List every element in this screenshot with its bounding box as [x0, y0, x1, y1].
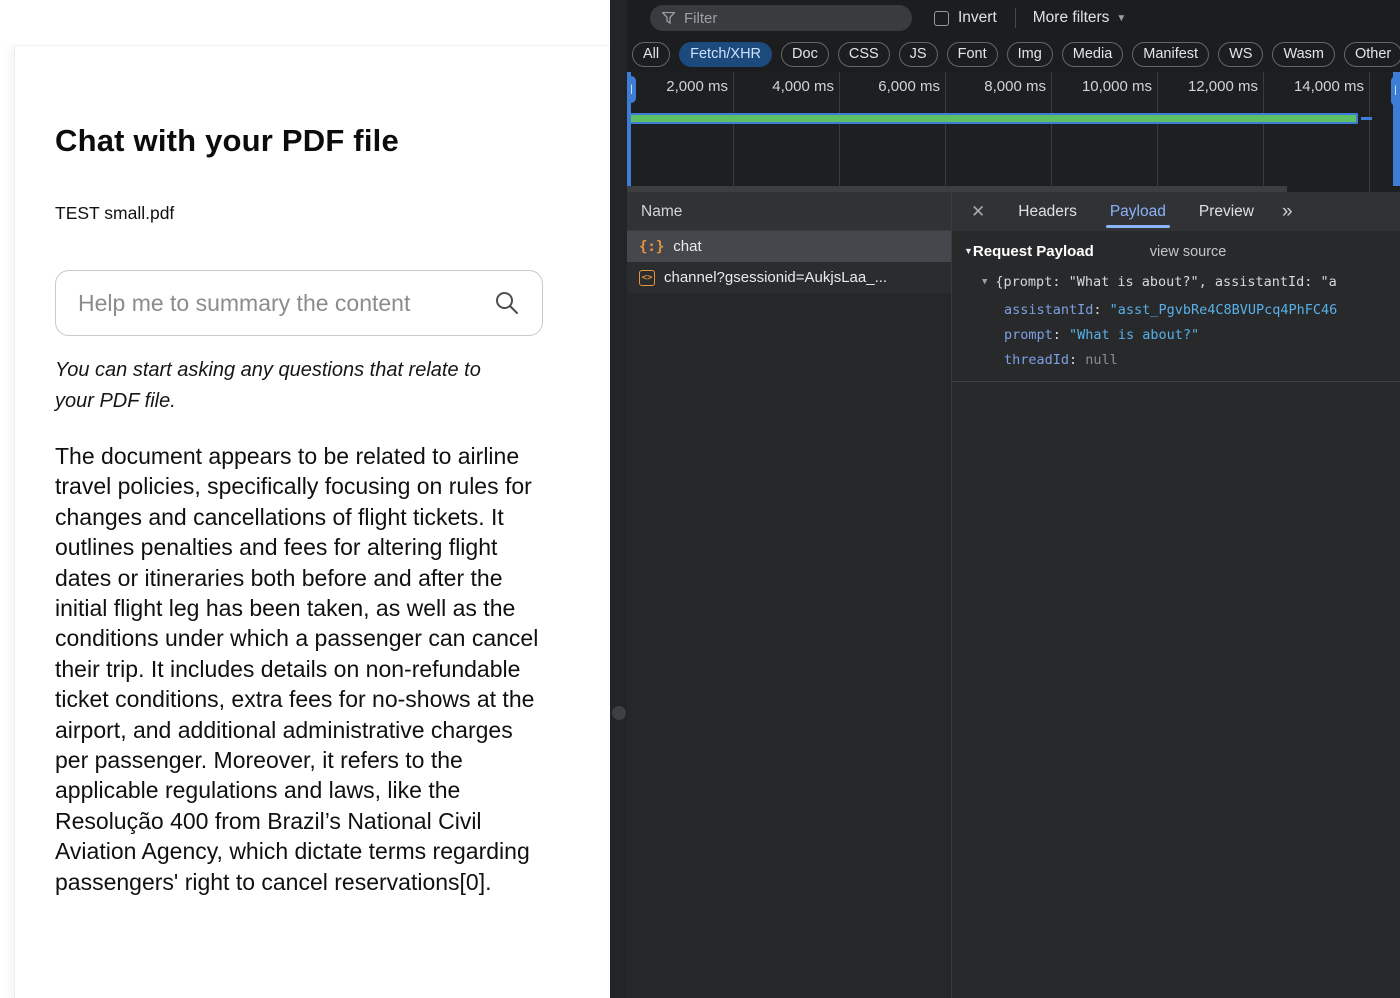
- more-filters-button[interactable]: More filters: [1033, 9, 1110, 27]
- devtools-network-panel: Filter Invert More filters ▼ All Fetch/X…: [627, 0, 1400, 998]
- triangle-expanded-icon: ▼: [964, 246, 973, 256]
- request-payload-section[interactable]: ▼Request Payload view source: [952, 243, 1400, 261]
- chevron-down-icon: ▼: [1116, 13, 1126, 24]
- type-filter-img[interactable]: Img: [1007, 42, 1053, 67]
- payload-summary-line[interactable]: ▼ {prompt: "What is about?", assistantId:…: [952, 274, 1400, 290]
- funnel-icon: [662, 12, 675, 24]
- request-details-panel: ✕ Headers Payload Preview » ▼Request Pay…: [952, 192, 1400, 998]
- type-filter-ws[interactable]: WS: [1218, 42, 1263, 67]
- payload-entries: assistantId: "asst_PgvbRe4C8BVUPcq4PhFC4…: [952, 298, 1400, 373]
- type-filter-manifest[interactable]: Manifest: [1132, 42, 1209, 67]
- payload-pane: ▼Request Payloadview source ▼{prompt: "W…: [952, 231, 1400, 998]
- type-filter-css[interactable]: CSS: [838, 42, 890, 67]
- payload-value: null: [1085, 352, 1118, 368]
- pdf-chat-card: Chat with your PDF file TEST small.pdf H…: [14, 45, 610, 998]
- more-tabs-icon[interactable]: »: [1282, 201, 1293, 223]
- network-timeline-overview[interactable]: 2,000 ms 4,000 ms 6,000 ms 8,000 ms 10,0…: [627, 72, 1400, 192]
- request-list: Name {:} chat <> channel?gsessionid=Aukj…: [627, 192, 952, 998]
- invert-checkbox[interactable]: [934, 11, 949, 26]
- payload-entry: prompt: "What is about?": [952, 323, 1400, 348]
- type-filter-font[interactable]: Font: [947, 42, 998, 67]
- network-toolbar: Filter Invert More filters ▼: [627, 0, 1400, 36]
- type-filter-all[interactable]: All: [632, 42, 670, 67]
- type-filter-js[interactable]: JS: [899, 42, 938, 67]
- payload-key: prompt: [1004, 327, 1053, 343]
- tick-label: 10,000 ms: [1051, 72, 1157, 102]
- payload-value: "asst_PgvbRe4C8BVUPcq4PhFC46: [1110, 302, 1338, 318]
- toolbar-separator: [1015, 8, 1016, 28]
- view-source-link[interactable]: view source: [1150, 244, 1227, 260]
- search-icon[interactable]: [494, 290, 520, 316]
- screen: Chat with your PDF file TEST small.pdf H…: [0, 0, 1400, 998]
- invert-label[interactable]: Invert: [958, 9, 997, 27]
- tick-label: 8,000 ms: [945, 72, 1051, 102]
- payload-key: threadId: [1004, 352, 1069, 368]
- filter-input[interactable]: Filter: [650, 5, 912, 31]
- hint-text: You can start asking any questions that …: [55, 355, 525, 417]
- tab-payload[interactable]: Payload: [1110, 192, 1166, 231]
- triangle-expanded-icon: ▼: [982, 277, 987, 287]
- section-title: Request Payload: [973, 243, 1094, 260]
- type-filter-other[interactable]: Other: [1344, 42, 1400, 67]
- xhr-angle-brackets-icon: <>: [639, 270, 655, 286]
- payload-entry: assistantId: "asst_PgvbRe4C8BVUPcq4PhFC4…: [952, 298, 1400, 323]
- payload-key: assistantId: [1004, 302, 1093, 318]
- tick-label: 14,000 ms: [1263, 72, 1369, 102]
- timeline-right-handle-grip-icon[interactable]: |: [1391, 76, 1400, 106]
- name-column-header[interactable]: Name: [627, 192, 951, 231]
- type-filter-wasm[interactable]: Wasm: [1272, 42, 1335, 67]
- type-filter-fetch-xhr[interactable]: Fetch/XHR: [679, 42, 772, 67]
- pdf-summary-text: The document appears to be related to ai…: [55, 441, 549, 897]
- tick-label: 6,000 ms: [839, 72, 945, 102]
- payload-value: "What is about?": [1069, 327, 1199, 343]
- network-body: Name {:} chat <> channel?gsessionid=Aukj…: [627, 192, 1400, 998]
- request-duration-bar-tail: [1361, 117, 1372, 120]
- tick-label: 4,000 ms: [733, 72, 839, 102]
- payload-entry: threadId: null: [952, 348, 1400, 373]
- request-row-chat[interactable]: {:} chat: [627, 231, 951, 262]
- tick-label: 2,000 ms: [627, 72, 733, 102]
- details-tabbar: ✕ Headers Payload Preview »: [952, 192, 1400, 231]
- tab-headers[interactable]: Headers: [1018, 192, 1077, 231]
- payload-section-divider: [952, 381, 1400, 382]
- json-braces-icon: {:}: [639, 239, 664, 255]
- question-input[interactable]: Help me to summary the content: [55, 270, 543, 336]
- payload-summary-text: {prompt: "What is about?", assistantId: …: [995, 274, 1336, 290]
- tick-label: 12,000 ms: [1157, 72, 1263, 102]
- request-row-channel[interactable]: <> channel?gsessionid=AukjsLaa_...: [627, 262, 951, 293]
- tab-preview[interactable]: Preview: [1199, 192, 1254, 231]
- page-title: Chat with your PDF file: [55, 123, 610, 159]
- panel-divider[interactable]: [610, 0, 627, 998]
- timeline-gridline: [1369, 72, 1370, 192]
- timeline-tick-labels: 2,000 ms 4,000 ms 6,000 ms 8,000 ms 10,0…: [627, 72, 1369, 102]
- type-filter-media[interactable]: Media: [1062, 42, 1124, 67]
- request-type-filters: All Fetch/XHR Doc CSS JS Font Img Media …: [627, 36, 1400, 72]
- request-name: chat: [673, 238, 701, 255]
- filter-input-placeholder: Filter: [684, 10, 717, 27]
- type-filter-doc[interactable]: Doc: [781, 42, 829, 67]
- question-input-placeholder: Help me to summary the content: [78, 290, 410, 317]
- pdf-file-name: TEST small.pdf: [55, 203, 610, 224]
- close-icon[interactable]: ✕: [971, 202, 985, 222]
- divider-handle-icon[interactable]: [612, 706, 626, 720]
- request-name: channel?gsessionid=AukjsLaa_...: [664, 269, 887, 286]
- request-duration-bar: [627, 113, 1358, 124]
- pdf-chat-page: Chat with your PDF file TEST small.pdf H…: [0, 0, 610, 998]
- timeline-left-handle-grip-icon[interactable]: |: [627, 76, 636, 103]
